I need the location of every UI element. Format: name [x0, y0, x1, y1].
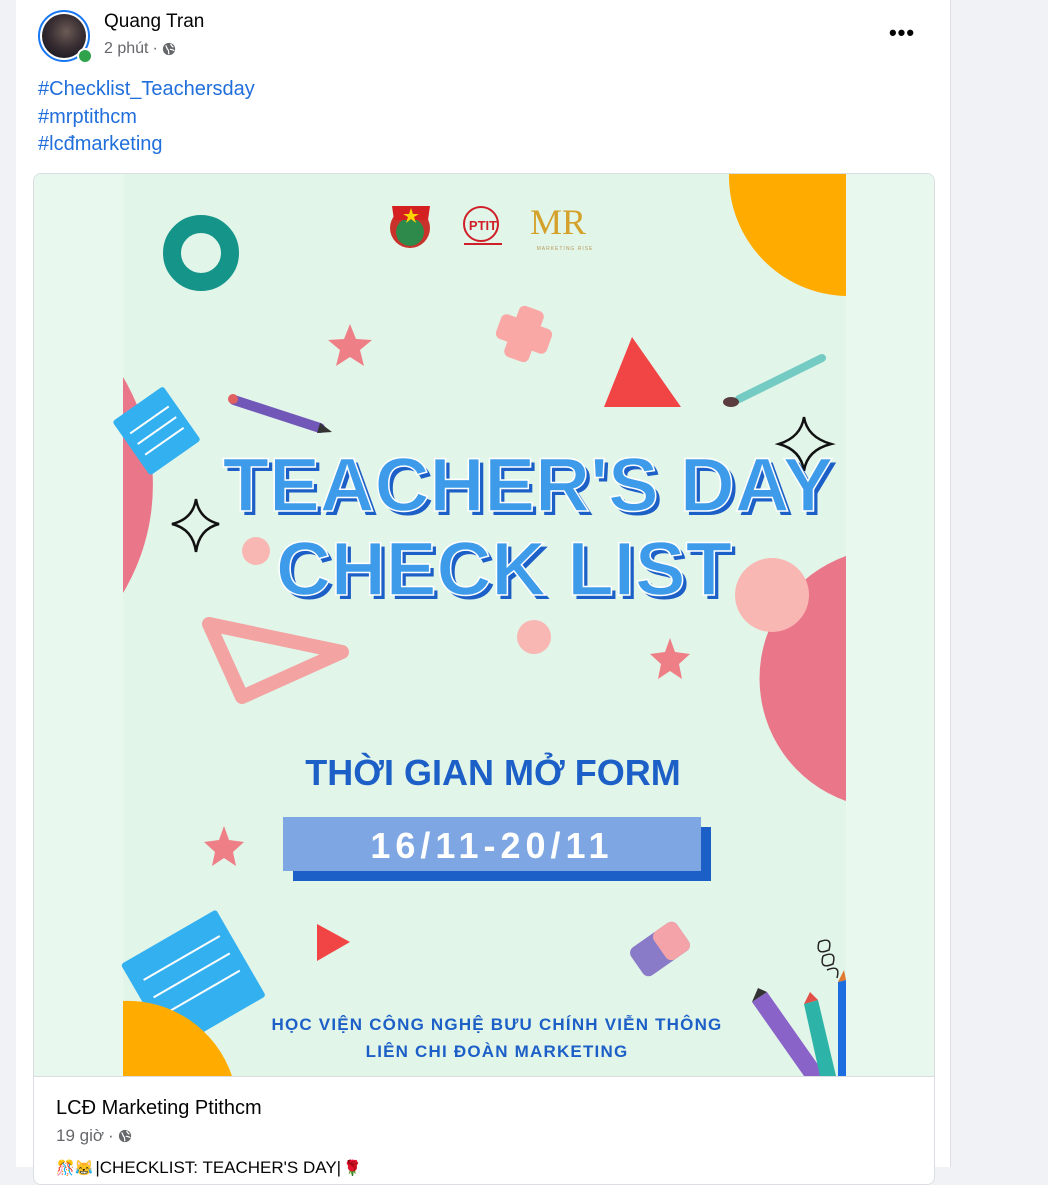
- shared-post-meta: 19 giờ ·: [56, 1126, 132, 1146]
- snippet-text: |CHECKLIST: TEACHER'S DAY|: [95, 1158, 342, 1177]
- ptit-logo-text: PTIT: [469, 218, 497, 233]
- mr-logo-subtitle: MARKETING RISE: [537, 246, 594, 252]
- feed-background: [0, 0, 16, 1167]
- poster-title-line-2: CHECK LIST: [276, 527, 732, 612]
- rose-emoji-icon: 🌹: [343, 1160, 362, 1177]
- poster-dates: 16/11-20/11: [370, 825, 613, 866]
- globe-icon: [162, 42, 176, 56]
- mr-logo-text: MR: [530, 202, 586, 242]
- pink-dot-small: [242, 537, 270, 565]
- online-status-dot: [77, 48, 93, 64]
- pink-dot-large: [735, 558, 809, 632]
- shared-post[interactable]: PTIT MR MARKETING RISE TEACHER'S DAY TEA…: [33, 173, 935, 1185]
- meta-separator: ·: [108, 1126, 114, 1145]
- globe-icon: [118, 1129, 132, 1143]
- post-hashtags: #Checklist_Teachersday #mrptithcm #lcđma…: [38, 76, 255, 159]
- pink-dot-medium: [517, 620, 551, 654]
- poster-org-line-2: LIÊN CHI ĐOÀN MARKETING: [366, 1042, 629, 1061]
- shared-post-time[interactable]: 19 giờ: [56, 1126, 104, 1146]
- post-meta: 2 phút ·: [104, 40, 176, 58]
- poster-title-line-1: TEACHER'S DAY: [223, 443, 834, 528]
- post-time[interactable]: 2 phút: [104, 40, 148, 58]
- meta-separator: ·: [152, 40, 158, 57]
- hashtag-link[interactable]: #mrptithcm: [38, 104, 255, 132]
- hashtag-link[interactable]: #Checklist_Teachersday: [38, 76, 255, 104]
- shared-post-snippet: 🎊😹 |CHECKLIST: TEACHER'S DAY| 🌹: [56, 1158, 362, 1178]
- post-author[interactable]: Quang Tran: [104, 11, 204, 33]
- youth-union-logo: [390, 206, 430, 248]
- shared-post-footer: LCĐ Marketing Ptithcm 19 giờ · 🎊😹 |CHECK…: [34, 1076, 934, 1184]
- more-icon[interactable]: •••: [884, 18, 920, 50]
- poster-subtitle: THỜI GIAN MỞ FORM: [305, 751, 680, 793]
- poster-org-line-1: HỌC VIỆN CÔNG NGHỆ BƯU CHÍNH VIỄN THÔNG: [272, 1015, 723, 1034]
- post-image[interactable]: PTIT MR MARKETING RISE TEACHER'S DAY TEA…: [34, 174, 934, 1076]
- shared-page-name[interactable]: LCĐ Marketing Ptithcm: [56, 1097, 262, 1120]
- post-card: Quang Tran 2 phút · ••• #Checklist_Teach…: [16, 0, 951, 1185]
- hashtag-link[interactable]: #lcđmarketing: [38, 131, 255, 159]
- party-emoji-icon: 🎊😹: [56, 1160, 94, 1177]
